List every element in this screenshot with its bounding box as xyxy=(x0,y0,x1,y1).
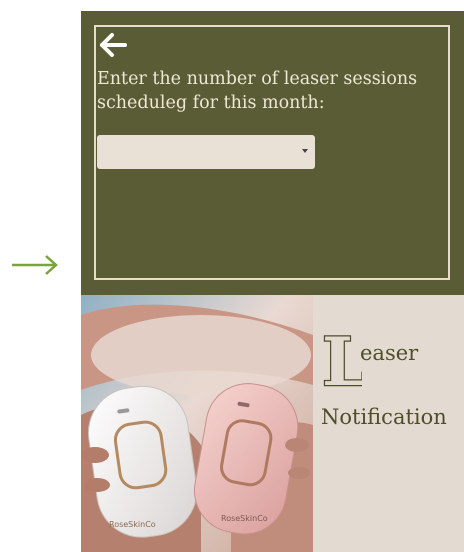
sessions-question-label: Enter the number of leaser sessions sche… xyxy=(97,69,418,113)
drop-cap-l: L xyxy=(321,331,362,393)
product-photo: RoseSkinCo RoseSkinCo xyxy=(81,295,313,552)
brand-label-left: RoseSkinCo xyxy=(109,520,156,529)
left-arrow-icon xyxy=(100,33,127,57)
session-count-dropdown[interactable] xyxy=(97,135,315,169)
right-arrow-icon xyxy=(12,255,58,275)
title-block: L easer Notification xyxy=(313,295,464,552)
title-line2: Notification xyxy=(321,405,447,429)
title-word: easer xyxy=(360,341,419,365)
chevron-down-icon xyxy=(302,149,308,153)
back-button[interactable] xyxy=(97,31,131,59)
laser-device-illustration: RoseSkinCo RoseSkinCo xyxy=(81,295,313,552)
session-count-panel: Enter the number of leaser sessions sche… xyxy=(81,11,464,295)
brand-label-right: RoseSkinCo xyxy=(221,514,268,523)
drop-cap-letter: L xyxy=(322,331,362,393)
